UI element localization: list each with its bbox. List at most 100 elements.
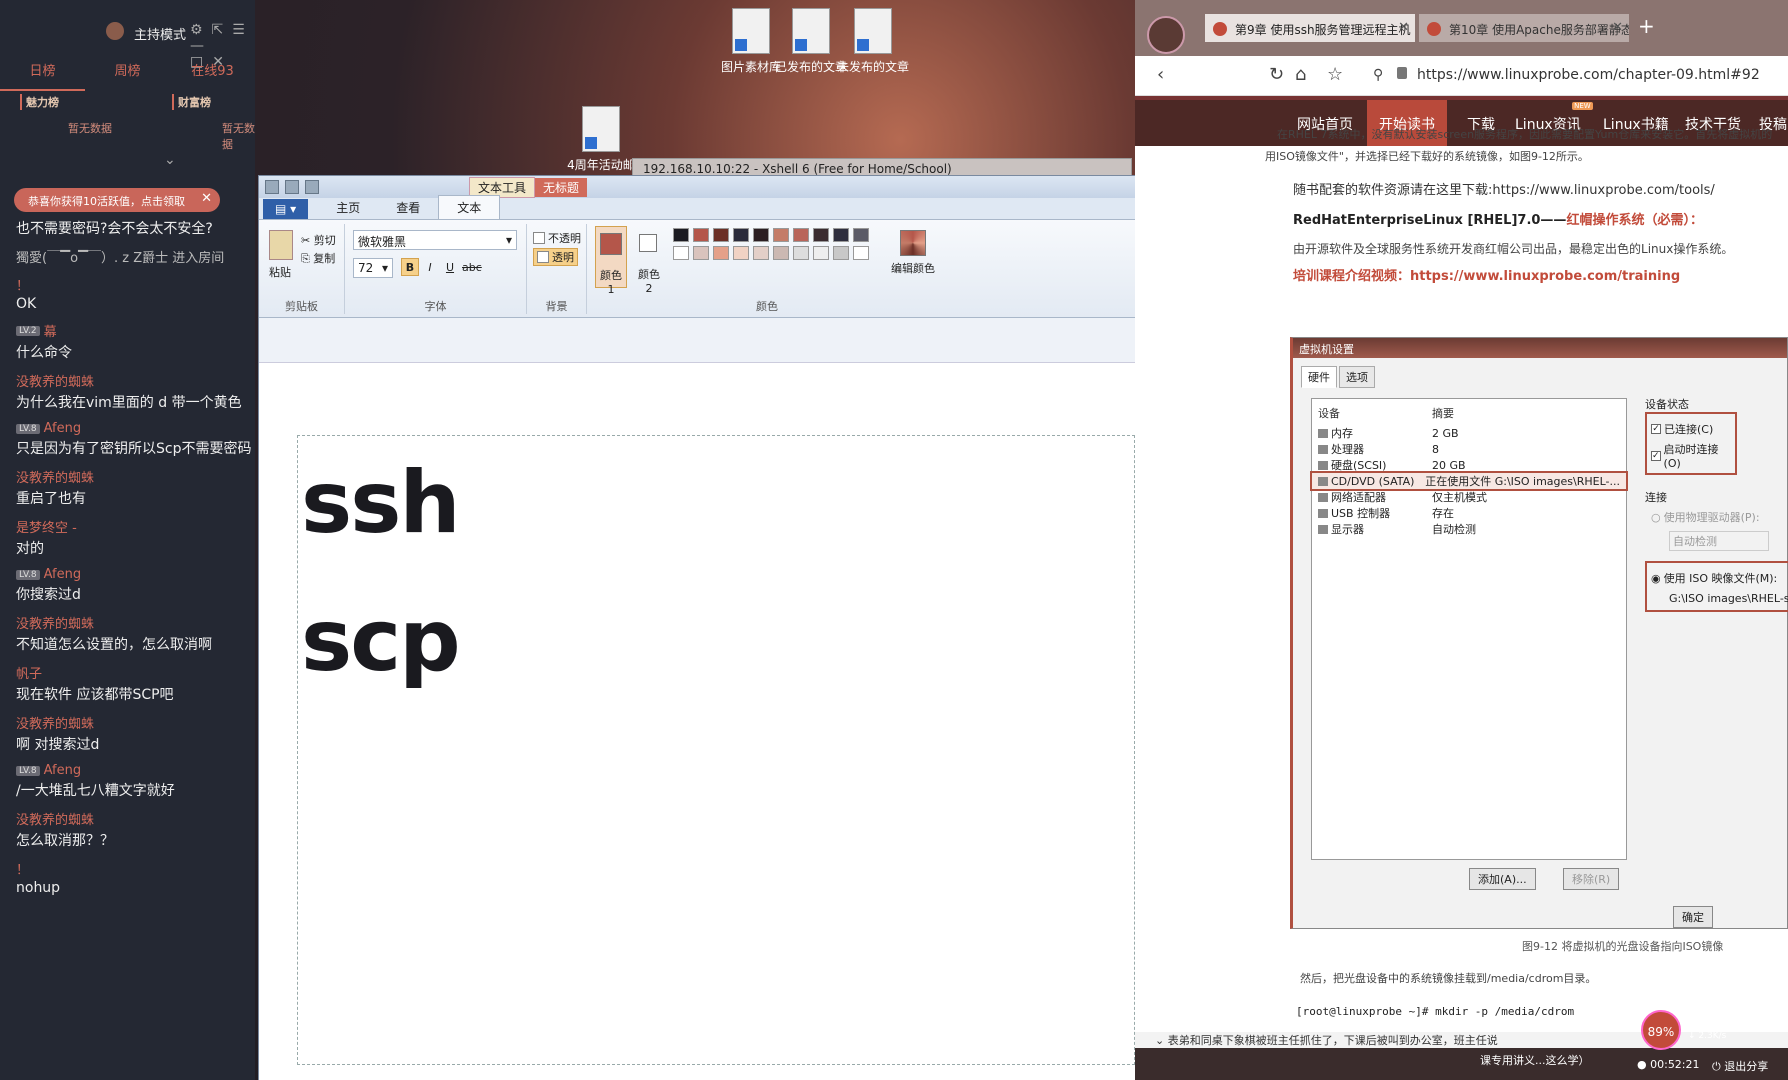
chat-username[interactable]: 是梦终空 - [16,517,256,536]
vm-device-summary: 20 GB [1432,458,1466,472]
chat-username[interactable]: LV.8 Afeng [16,421,256,436]
redo-icon[interactable] [305,180,319,194]
rhel-label: RedHatEnterpriseLinux [RHEL]7.0—— [1293,213,1567,228]
palette-swatch[interactable] [793,246,809,260]
palette-swatch[interactable] [693,246,709,260]
chat-text: 为什么我在vim里面的 d 带一个黄色 [16,395,242,411]
palette-swatch[interactable] [793,228,809,242]
color1-button[interactable]: 颜色 1 [595,226,627,296]
palette-swatch[interactable] [753,246,769,260]
chat-username[interactable]: ！ [16,275,256,294]
palette-swatch[interactable] [753,228,769,242]
article-paragraph-mount: 然后，把光盘设备中的系统镜像挂载到/media/cdrom目录。 [1300,972,1597,985]
desktop-icon-unpublished[interactable]: 未发布的文章 [828,8,918,75]
live-panel: 主持模式 ⚙⇱☰—□✕ 日榜 周榜 在线93 魅力榜 暂无数据 财富榜 暂无数据… [0,0,255,1080]
paste-icon[interactable] [269,230,293,260]
star-icon[interactable]: ☆ [1327,64,1343,85]
palette-swatch[interactable] [733,246,749,260]
paste-button[interactable]: 粘贴 [269,264,291,280]
chevron-down-icon[interactable]: ⌄ [164,152,176,168]
palette-swatch[interactable] [733,228,749,242]
edit-colors-button[interactable]: 编辑颜色 [883,230,943,276]
article-content: 在RHEL 7系统中，没有默认安装screen服务程序，因此需要配置Yum仓库来… [1265,124,1788,288]
tab-view[interactable]: 查看 [378,196,438,219]
palette-swatch[interactable] [853,246,869,260]
undo-icon[interactable] [285,180,299,194]
chat-text: 不知道怎么设置的，怎么取消啊 [16,637,212,653]
vm-device-summary: 自动检测 [1432,523,1476,536]
gift-banner[interactable]: 恭喜你获得10活跃值，点击领取 ✕ [14,188,220,212]
font-size-select[interactable]: 72 ▾ [353,258,393,278]
italic-button[interactable]: I [421,258,439,276]
font-family-select[interactable]: 微软雅黑 ▾ [353,230,517,250]
profile-avatar[interactable] [1147,16,1185,54]
chat-username[interactable]: LV.2 幕 [16,321,256,340]
canvas-text-ssh: ssh [301,453,461,553]
chat-username[interactable]: 帆子 [16,663,256,682]
vm-tabs: 硬件 选项 [1293,358,1787,388]
charm-board: 魅力榜 暂无数据 [20,94,112,136]
col-summary: 摘要 [1432,407,1454,420]
drawing-canvas[interactable]: ssh scp [259,362,1135,1080]
palette-swatch[interactable] [773,228,789,242]
download-link[interactable]: https://www.linuxprobe.com/tools/ [1492,183,1714,198]
opaque-option[interactable]: 不透明 [533,230,581,246]
copy-button[interactable]: ⎘ 复制 [301,250,335,266]
palette-swatch[interactable] [673,228,689,242]
palette-swatch[interactable] [673,246,689,260]
tab-online[interactable]: 在线93 [170,58,255,91]
browser-tab-active[interactable]: 第9章 使用ssh服务管理远程主机 ✕ [1205,14,1415,42]
reload-icon[interactable]: ↻ [1269,64,1284,85]
palette-swatch[interactable] [693,228,709,242]
close-icon[interactable]: ✕ [1398,20,1409,35]
checkbox-checked-icon: ✓ [1651,424,1661,434]
paint-titlebar[interactable]: 文本工具 无标题 [259,176,1135,198]
chat-username[interactable]: 没教养的蜘蛛 [16,809,256,828]
save-icon[interactable] [265,180,279,194]
palette-swatch[interactable] [833,228,849,242]
upload-speed: ↑ 19.5K/s [1688,1019,1733,1029]
back-icon[interactable]: ‹ [1157,64,1164,85]
palette-swatch[interactable] [773,246,789,260]
strikethrough-button[interactable]: abc [461,258,482,276]
rhel-required[interactable]: 红帽操作系统（必需）： [1566,213,1703,228]
palette-swatch[interactable] [813,246,829,260]
remove-device-button: 移除(R) [1563,868,1620,890]
chat-username[interactable]: 没教养的蜘蛛 [16,613,256,632]
close-icon[interactable]: ✕ [1612,20,1623,35]
tab-daily[interactable]: 日榜 [0,58,85,91]
browser-tab[interactable]: 第10章 使用Apache服务部署静态 ✕ [1419,14,1629,42]
palette-swatch[interactable] [713,246,729,260]
cut-button[interactable]: ✂ 剪切 [301,232,336,248]
url-input[interactable]: https://www.linuxprobe.com/chapter-09.ht… [1417,67,1760,83]
chat-username[interactable]: 没教养的蜘蛛 [16,467,256,486]
new-tab-button[interactable]: + [1638,14,1655,38]
chat-username-text: 没教养的蜘蛛 [16,717,95,732]
palette-swatch[interactable] [853,228,869,242]
cpu-usage-badge[interactable]: 89% [1641,1010,1681,1050]
chat-username[interactable]: LV.8 Afeng [16,567,256,582]
palette-swatch[interactable] [713,228,729,242]
home-icon[interactable]: ⌂ [1295,64,1306,85]
transparent-option[interactable]: 透明 [533,248,578,266]
tab-home[interactable]: 主页 [318,196,378,219]
colors-group: 颜色 1 颜色 2 编辑颜色 颜色 [587,224,947,314]
exit-share-button[interactable]: ⏻ 退出分享 [1712,1058,1768,1074]
bold-button[interactable]: B [401,258,419,276]
training-link[interactable]: 培训课程介绍视频：https://www.linuxprobe.com/trai… [1265,266,1788,288]
vm-device-label: USB 控制器 [1331,507,1391,520]
chat-username[interactable]: LV.8 Afeng [16,763,256,778]
palette-swatch[interactable] [833,246,849,260]
chat-username[interactable]: 没教养的蜘蛛 [16,713,256,732]
file-menu-button[interactable]: ▤ ▾ [263,199,309,219]
tab-text[interactable]: 文本 [438,195,501,219]
chat-username[interactable]: 没教养的蜘蛛 [16,371,256,390]
color2-button[interactable]: 颜色 2 [633,226,665,295]
underline-button[interactable]: U [441,258,459,276]
palette-swatch[interactable] [813,228,829,242]
figure-caption: 图9-12 将虚拟机的光盘设备指向ISO镜像 [1522,940,1724,953]
tab-weekly[interactable]: 周榜 [85,58,170,91]
close-icon[interactable]: ✕ [201,191,212,206]
chat-username[interactable]: ！ [16,859,256,878]
chat-message: ！ OK [16,275,256,312]
